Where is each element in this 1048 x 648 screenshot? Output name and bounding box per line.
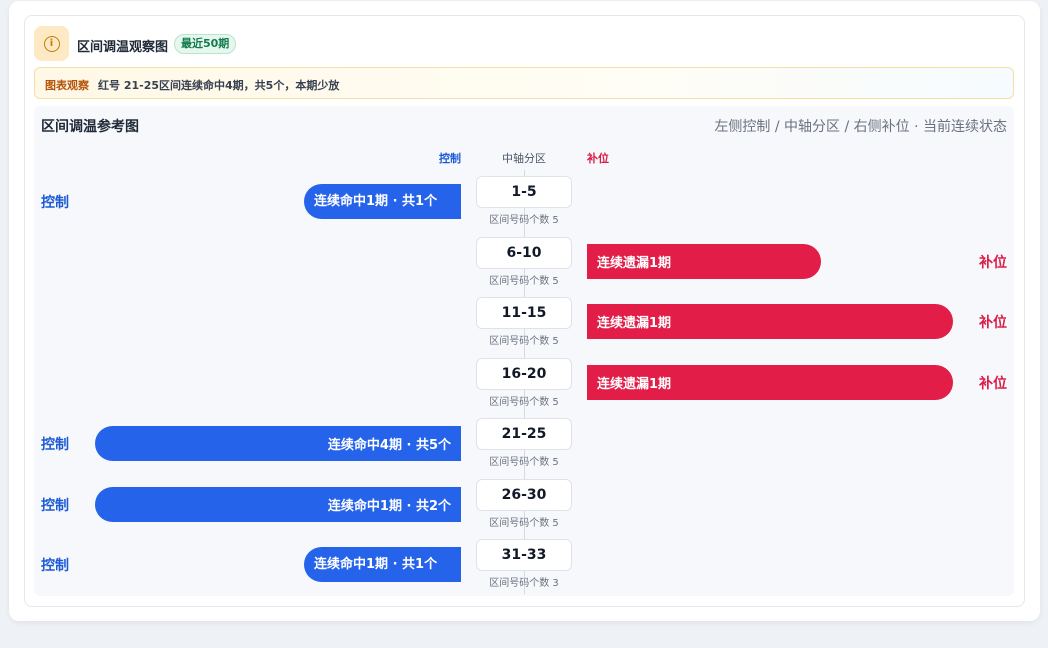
column-head-fill: 补位 xyxy=(587,152,609,165)
control-bar-text: 连续命中1期 · 共2个 xyxy=(327,499,451,514)
zone-box: 26-30 xyxy=(476,479,572,511)
control-bar: 连续命中1期 · 共2个 xyxy=(95,487,461,522)
zone-count-label: 区间号码个数 5 xyxy=(489,215,559,226)
control-bar: 连续命中1期 · 共1个 xyxy=(304,547,461,582)
fill-bar-text: 连续遗漏1期 xyxy=(597,316,672,331)
zone-box: 11-15 xyxy=(476,297,572,329)
card-title: 区间调温观察图 xyxy=(77,40,169,55)
period-badge: 最近50期 xyxy=(174,34,237,54)
zone-box: 31-33 xyxy=(476,539,572,571)
info-glyph: i xyxy=(43,35,60,52)
notice-tag: 图表观察 xyxy=(45,79,89,92)
fill-bar-text: 连续遗漏1期 xyxy=(597,256,672,271)
column-head-zone: 中轴分区 xyxy=(502,152,546,165)
row-label-control: 控制 xyxy=(41,498,69,514)
control-bar: 连续命中1期 · 共1个 xyxy=(304,184,461,219)
info-icon: i xyxy=(34,26,69,61)
zone-box: 6-10 xyxy=(476,237,572,269)
zone-count-label: 区间号码个数 5 xyxy=(489,397,559,408)
notice-text: 红号 21-25区间连续命中4期，共5个，本期少放 xyxy=(98,79,340,92)
column-head-control: 控制 xyxy=(439,152,461,165)
control-bar-text: 连续命中1期 · 共1个 xyxy=(314,193,438,209)
fill-bar: 连续遗漏1期 xyxy=(587,244,821,279)
row-label-fill: 补位 xyxy=(979,315,1007,331)
zone-count-label: 区间号码个数 3 xyxy=(489,578,559,589)
control-bar-text: 连续命中1期 · 共1个 xyxy=(314,556,438,572)
zone-box: 16-20 xyxy=(476,358,572,390)
zone-count-label: 区间号码个数 5 xyxy=(489,336,559,347)
control-bar: 连续命中4期 · 共5个 xyxy=(95,426,461,461)
control-bar-text: 连续命中4期 · 共5个 xyxy=(327,438,451,453)
zone-count-label: 区间号码个数 5 xyxy=(489,518,559,529)
panel-title: 区间调温参考图 xyxy=(41,119,139,135)
fill-bar: 连续遗漏1期 xyxy=(587,304,953,339)
fill-bar: 连续遗漏1期 xyxy=(587,365,953,400)
row-label-control: 控制 xyxy=(41,195,69,211)
zone-count-label: 区间号码个数 5 xyxy=(489,276,559,287)
panel-legend: 左侧控制 / 中轴分区 / 右侧补位 · 当前连续状态 xyxy=(714,119,1007,135)
row-label-control: 控制 xyxy=(41,558,69,574)
row-label-fill: 补位 xyxy=(979,255,1007,271)
row-label-control: 控制 xyxy=(41,437,69,453)
notice-banner: 图表观察 红号 21-25区间连续命中4期，共5个，本期少放 xyxy=(34,67,1014,99)
zone-box: 21-25 xyxy=(476,418,572,450)
fill-bar-text: 连续遗漏1期 xyxy=(597,377,672,392)
zone-box: 1-5 xyxy=(476,176,572,208)
row-label-fill: 补位 xyxy=(979,376,1007,392)
zone-count-label: 区间号码个数 5 xyxy=(489,457,559,468)
